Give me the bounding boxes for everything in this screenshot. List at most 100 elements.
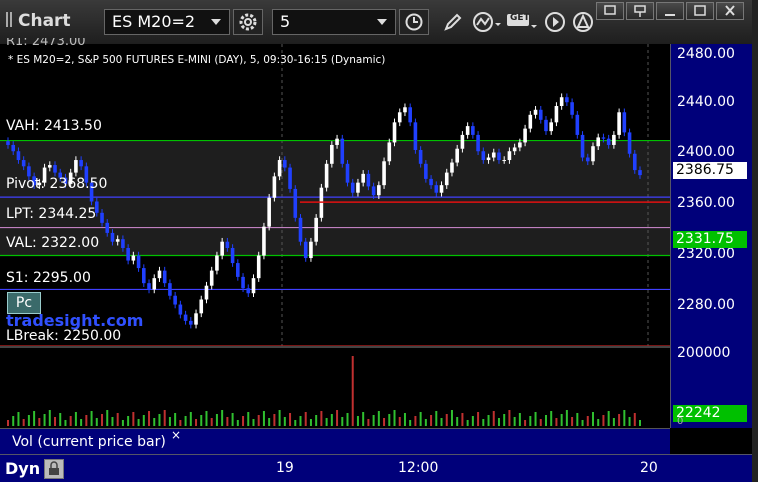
candle-body: [340, 138, 345, 164]
candle-body: [168, 283, 172, 296]
candle-body: [246, 288, 251, 294]
volume-bar: [518, 413, 521, 426]
candle-body: [309, 241, 313, 259]
volume-bar: [242, 416, 245, 426]
volume-bar: [142, 415, 145, 426]
volume-bar: [482, 419, 485, 426]
volume-bar: [127, 416, 130, 426]
get-button[interactable]: GET: [506, 9, 538, 35]
volume-bar: [424, 419, 427, 426]
pin-button[interactable]: [626, 2, 654, 20]
candle-body: [27, 166, 31, 177]
volume-bar: [304, 412, 307, 426]
candle-body: [11, 144, 16, 152]
top-cutoff-label: R1: 2473.00: [6, 38, 86, 48]
lock-icon: [49, 461, 59, 475]
restore-button[interactable]: [596, 2, 624, 20]
candle-body: [6, 141, 10, 145]
price-axis[interactable]: 2480.00 2440.00 2400.00 2360.00 2320.00 …: [670, 44, 753, 428]
time-axis[interactable]: Dyn 19 12:00 20: [0, 454, 752, 482]
candle-body: [408, 107, 412, 123]
volume-bar: [628, 417, 631, 426]
volume-bar: [294, 420, 297, 426]
pencil-icon: [444, 13, 462, 31]
volume-tick: 200000: [677, 345, 731, 361]
volume-bar: [38, 418, 41, 426]
symbol-select[interactable]: ES M20=2: [104, 9, 230, 35]
volume-bar: [184, 416, 187, 426]
indicators-button[interactable]: [472, 9, 502, 35]
close-icon[interactable]: ×: [171, 428, 181, 442]
price-tick: 2480.00: [677, 46, 735, 62]
volume-bar: [148, 411, 151, 426]
candle-body: [105, 222, 110, 233]
value-area-shade: [0, 140, 670, 256]
price-plot: [0, 44, 670, 346]
candle-body: [293, 188, 298, 218]
volume-bar: [409, 420, 412, 426]
candle-body: [622, 112, 627, 133]
candle-body: [371, 186, 376, 196]
chart-line-icon: [473, 12, 501, 32]
volume-bar: [529, 416, 532, 426]
candle-body: [476, 134, 480, 152]
volume-bar: [639, 420, 641, 426]
volume-bar: [252, 419, 255, 426]
candle-body: [131, 255, 136, 261]
candle-body: [528, 114, 533, 129]
play-button[interactable]: [542, 9, 568, 35]
candle-body: [147, 283, 151, 290]
play-icon: [545, 12, 565, 32]
time-button[interactable]: [399, 9, 429, 35]
volume-bar: [22, 419, 25, 426]
volume-bar: [351, 356, 354, 426]
volume-bar: [586, 416, 589, 426]
candle-body: [157, 270, 162, 279]
volume-bar: [283, 417, 286, 426]
volume-bar: [315, 415, 318, 426]
volume-bar: [466, 420, 469, 426]
candle-body: [455, 148, 459, 163]
volume-bar: [450, 410, 453, 426]
alert-button[interactable]: [570, 9, 596, 35]
minimize-button[interactable]: [656, 2, 684, 20]
volume-tick: 0: [677, 416, 684, 426]
price-chart[interactable]: [0, 44, 670, 346]
volume-bar: [174, 413, 177, 426]
candle-body: [345, 163, 350, 183]
volume-bar: [356, 416, 359, 426]
volume-bar: [163, 410, 166, 426]
interval-select[interactable]: 5: [272, 9, 396, 35]
candle-body: [450, 162, 454, 173]
candle-body: [387, 142, 392, 162]
maximize-button[interactable]: [686, 2, 714, 20]
settings-button[interactable]: [233, 9, 263, 35]
maximize-icon: [694, 5, 706, 16]
candle-body: [512, 147, 517, 152]
volume-bar: [101, 414, 104, 426]
candle-body: [533, 109, 538, 115]
volume-bar: [247, 412, 250, 426]
draw-button[interactable]: [440, 9, 466, 35]
candle-body: [267, 197, 271, 227]
candle-body: [277, 160, 282, 177]
window-title[interactable]: Chart: [6, 11, 71, 31]
volume-chart[interactable]: [0, 346, 670, 430]
candle-body: [580, 134, 585, 158]
volume-bar: [33, 411, 36, 426]
candle-body: [392, 122, 397, 143]
volume-bar: [262, 411, 265, 426]
volume-bar: [398, 417, 401, 426]
candle-body: [110, 232, 115, 242]
candle-body: [162, 270, 167, 284]
candle-body: [189, 320, 193, 325]
dyn-settings-button[interactable]: [44, 459, 64, 479]
volume-bar: [12, 416, 15, 426]
candle-body: [220, 241, 224, 256]
volume-bar: [581, 420, 584, 426]
close-button[interactable]: [716, 2, 744, 20]
candle-body: [236, 263, 240, 277]
candle-body: [361, 173, 365, 183]
candle-body: [53, 165, 57, 173]
volume-bar: [74, 412, 77, 426]
